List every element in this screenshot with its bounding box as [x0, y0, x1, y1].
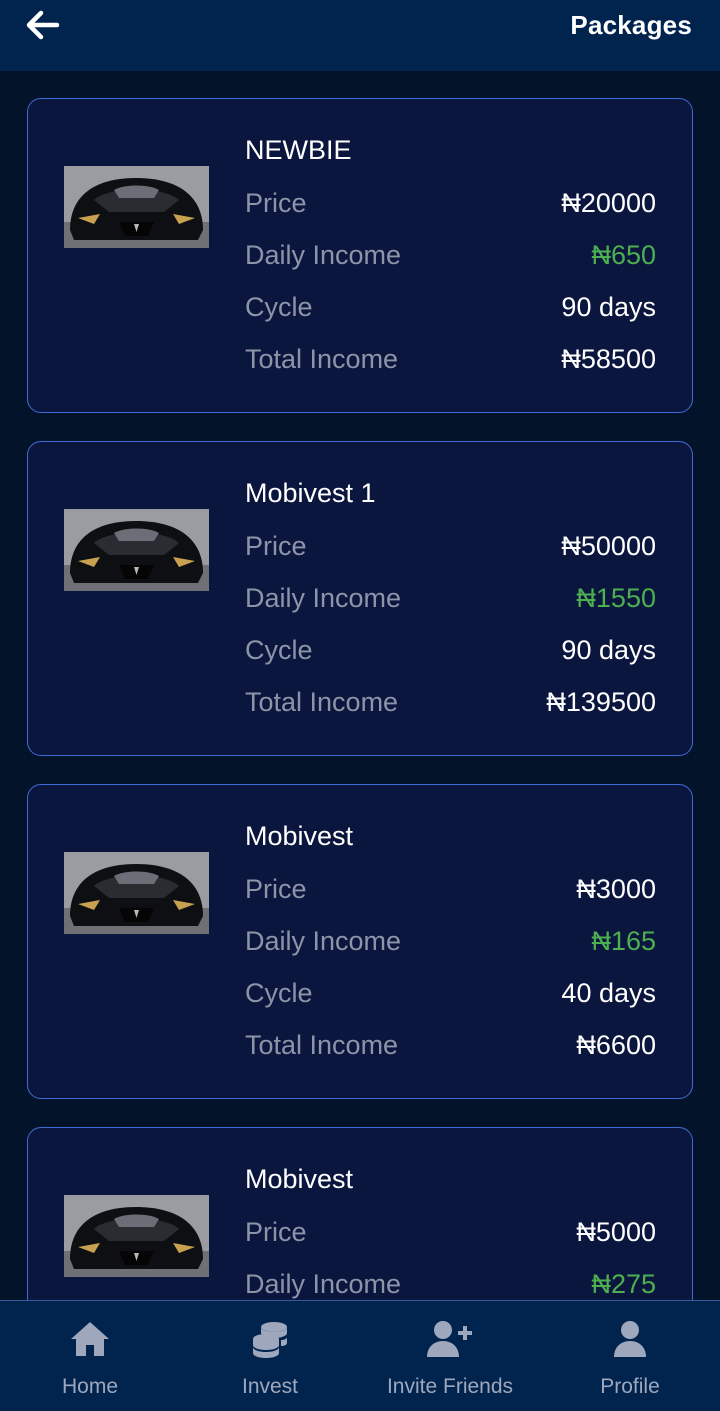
total-income-value: ₦6600 — [576, 1029, 656, 1060]
cycle-row: Cycle 90 days — [245, 633, 656, 667]
total-income-label: Total Income — [245, 686, 399, 717]
package-list[interactable]: NEWBIE Price ₦20000 Daily Income ₦650 Cy… — [0, 71, 720, 1300]
price-row: Price ₦5000 — [245, 1215, 656, 1249]
total-income-label: Total Income — [245, 343, 399, 374]
nav-invite-friends-label: Invite Friends — [386, 1375, 514, 1398]
price-value: ₦5000 — [576, 1216, 656, 1247]
arrow-left-icon — [26, 10, 60, 40]
daily-income-value: ₦275 — [591, 1268, 656, 1299]
daily-income-value: ₦165 — [591, 925, 656, 956]
daily-income-value: ₦1550 — [576, 582, 656, 613]
cycle-value: 90 days — [561, 634, 656, 665]
package-card[interactable]: Mobivest 1 Price ₦50000 Daily Income ₦15… — [27, 441, 693, 756]
daily-income-row: Daily Income ₦275 — [245, 1267, 656, 1300]
daily-income-row: Daily Income ₦1550 — [245, 581, 656, 615]
price-label: Price — [245, 1216, 307, 1247]
top-bar: Packages — [0, 0, 720, 71]
cycle-value: 90 days — [561, 291, 656, 322]
price-row: Price ₦50000 — [245, 529, 656, 563]
cycle-label: Cycle — [245, 291, 313, 322]
package-card[interactable]: Mobivest Price ₦5000 Daily Income ₦275 — [27, 1127, 693, 1300]
car-image — [64, 1195, 209, 1277]
daily-income-row: Daily Income ₦650 — [245, 238, 656, 272]
price-label: Price — [245, 187, 307, 218]
nav-home-label: Home — [61, 1375, 119, 1398]
daily-income-row: Daily Income ₦165 — [245, 924, 656, 958]
price-value: ₦20000 — [561, 187, 656, 218]
package-name: NEWBIE — [245, 135, 352, 165]
total-income-row: Total Income ₦58500 — [245, 342, 656, 376]
total-income-value: ₦58500 — [561, 343, 656, 374]
back-button[interactable] — [22, 6, 64, 44]
daily-income-value: ₦650 — [591, 239, 656, 270]
app-screen: Packages NEWBIE Price ₦20000 Daily Incom… — [0, 0, 720, 1411]
add-user-icon — [426, 1319, 474, 1359]
total-income-row: Total Income ₦6600 — [245, 1028, 656, 1062]
daily-income-label: Daily Income — [245, 925, 402, 956]
total-income-row: Total Income ₦139500 — [245, 685, 656, 719]
price-label: Price — [245, 530, 307, 561]
nav-invite-friends[interactable]: Invite Friends — [360, 1301, 540, 1411]
cycle-row: Cycle 90 days — [245, 290, 656, 324]
daily-income-label: Daily Income — [245, 582, 402, 613]
car-image — [64, 852, 209, 934]
daily-income-label: Daily Income — [245, 239, 402, 270]
package-card[interactable]: Mobivest Price ₦3000 Daily Income ₦165 C… — [27, 784, 693, 1099]
cycle-row: Cycle 40 days — [245, 976, 656, 1010]
price-label: Price — [245, 873, 307, 904]
total-income-label: Total Income — [245, 1029, 399, 1060]
total-income-value: ₦139500 — [546, 686, 656, 717]
cycle-label: Cycle — [245, 634, 313, 665]
package-name: Mobivest — [245, 821, 354, 851]
price-row: Price ₦20000 — [245, 186, 656, 220]
nav-invest[interactable]: Invest — [180, 1301, 360, 1411]
package-name: Mobivest — [245, 1164, 354, 1194]
package-name: Mobivest 1 — [245, 478, 376, 508]
nav-profile-label: Profile — [600, 1375, 660, 1398]
price-value: ₦50000 — [561, 530, 656, 561]
car-image — [64, 509, 209, 591]
price-value: ₦3000 — [576, 873, 656, 904]
coins-icon — [250, 1319, 290, 1359]
cycle-label: Cycle — [245, 977, 313, 1008]
bottom-navigation: Home Invest Invite Friends Profile — [0, 1300, 720, 1411]
user-icon — [612, 1319, 648, 1359]
daily-income-label: Daily Income — [245, 1268, 402, 1299]
cycle-value: 40 days — [561, 977, 656, 1008]
page-title: Packages — [570, 10, 692, 40]
nav-invest-label: Invest — [241, 1375, 299, 1398]
home-icon — [69, 1319, 111, 1359]
nav-home[interactable]: Home — [0, 1301, 180, 1411]
car-image — [64, 166, 209, 248]
price-row: Price ₦3000 — [245, 872, 656, 906]
nav-profile[interactable]: Profile — [540, 1301, 720, 1411]
package-card[interactable]: NEWBIE Price ₦20000 Daily Income ₦650 Cy… — [27, 98, 693, 413]
